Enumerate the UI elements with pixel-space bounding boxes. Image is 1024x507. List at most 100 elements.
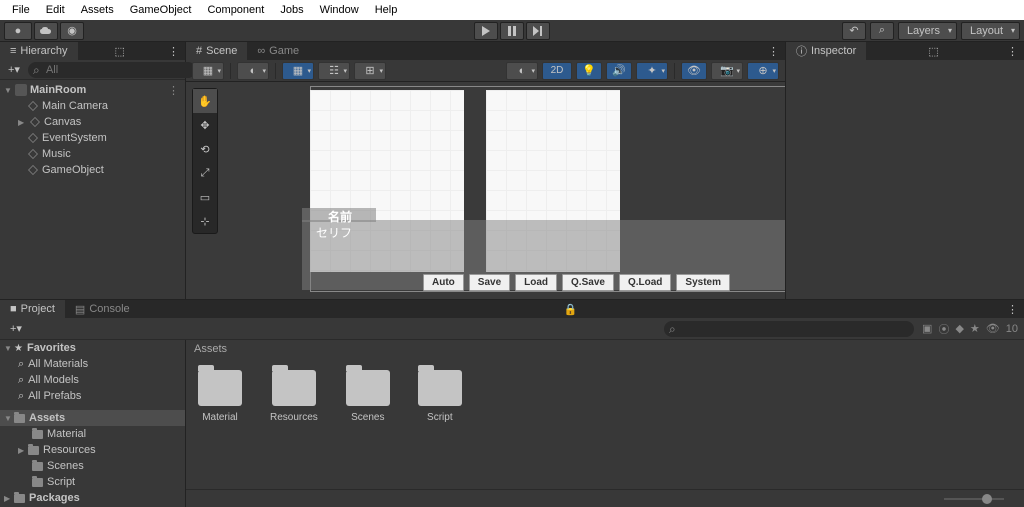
tab-console[interactable]: ▤ Console: [65, 300, 140, 318]
menu-assets[interactable]: Assets: [73, 4, 122, 16]
asset-folder[interactable]: Resources: [270, 370, 318, 423]
rect-tool-button[interactable]: ▭: [193, 185, 217, 209]
menu-edit[interactable]: Edit: [38, 4, 73, 16]
layers-dropdown[interactable]: Layers: [898, 22, 957, 40]
hierarchy-item[interactable]: GameObject: [0, 162, 185, 178]
auto-button[interactable]: Auto: [423, 274, 464, 291]
version-control-button[interactable]: ◉: [60, 22, 84, 40]
favorite-item[interactable]: ⌕All Prefabs: [0, 388, 185, 404]
save-button[interactable]: Save: [469, 274, 510, 291]
hierarchy-item[interactable]: Music: [0, 146, 185, 162]
menu-window[interactable]: Window: [312, 4, 367, 16]
draw-mode-dropdown[interactable]: ▦: [192, 62, 224, 80]
qload-button[interactable]: Q.Load: [619, 274, 671, 291]
camera-dropdown[interactable]: 📷: [711, 62, 743, 80]
search-button[interactable]: ⌕: [870, 22, 894, 40]
console-icon: ▤: [75, 303, 85, 316]
tab-hierarchy[interactable]: ≡ Hierarchy: [0, 42, 78, 60]
scene-tab-label: Scene: [206, 45, 237, 57]
cloud-button[interactable]: [34, 22, 58, 40]
lighting-dropdown[interactable]: ◐: [506, 62, 538, 80]
step-button[interactable]: [526, 22, 550, 40]
asset-folder[interactable]: Scenes: [346, 370, 390, 423]
asset-grid: Material Resources Scenes Script: [186, 358, 1024, 489]
hidden-packages-icon[interactable]: 👁: [986, 322, 1000, 335]
shading-mode-dropdown[interactable]: ◐: [237, 62, 269, 80]
menu-jobs[interactable]: Jobs: [272, 4, 311, 16]
rotate-tool-button[interactable]: ⟲: [193, 137, 217, 161]
favorite-item[interactable]: ⌕All Models: [0, 372, 185, 388]
hierarchy-lock-icon[interactable]: ⬚: [109, 42, 131, 60]
system-button[interactable]: System: [676, 274, 730, 291]
favorite-item[interactable]: ⌕All Materials: [0, 356, 185, 372]
asset-folder[interactable]: Material: [198, 370, 242, 423]
folder-icon: [14, 414, 25, 423]
hierarchy-add-button[interactable]: +▾: [4, 63, 24, 76]
menu-help[interactable]: Help: [367, 4, 406, 16]
hierarchy-item[interactable]: ▶ Canvas: [0, 114, 185, 130]
hierarchy-item-label: Main Camera: [42, 100, 108, 112]
favorites-header[interactable]: ▼ ★ Favorites: [0, 340, 185, 356]
packages-folder[interactable]: ▶ Packages: [0, 490, 185, 506]
increment-snap-dropdown[interactable]: ⊞: [354, 62, 386, 80]
layout-dropdown[interactable]: Layout: [961, 22, 1020, 40]
asset-subfolder[interactable]: ▶Resources: [0, 442, 185, 458]
project-lock-icon[interactable]: 🔒: [557, 300, 583, 318]
tab-inspector[interactable]: ⓘ Inspector: [786, 42, 866, 60]
gizmos-dropdown[interactable]: ⊕: [747, 62, 779, 80]
grid-toggle-dropdown[interactable]: ▦: [282, 62, 314, 80]
pause-button[interactable]: [500, 22, 524, 40]
snap-toggle-dropdown[interactable]: ☷: [318, 62, 350, 80]
tab-project[interactable]: ■ Project: [0, 300, 65, 318]
tab-scene[interactable]: # Scene: [186, 42, 247, 60]
scene-panel-menu-icon[interactable]: ⋮: [762, 42, 785, 60]
inspector-menu-icon[interactable]: ⋮: [1001, 42, 1024, 60]
favorite-star-icon[interactable]: ★: [970, 322, 980, 335]
menu-component[interactable]: Component: [199, 4, 272, 16]
transform-tool-button[interactable]: ⊹: [193, 209, 217, 233]
load-button[interactable]: Load: [515, 274, 557, 291]
scene-viewport[interactable]: ✋ ✥ ⟲ ⤢ ▭ ⊹ 名前 セリフ Auto Save Load Q.Sa: [186, 82, 785, 299]
scene-menu-icon[interactable]: ⋮: [168, 84, 179, 97]
project-menu-icon[interactable]: ⋮: [1001, 300, 1024, 318]
zoom-slider-thumb[interactable]: [982, 494, 992, 504]
hierarchy-item[interactable]: EventSystem: [0, 130, 185, 146]
tab-game[interactable]: ∞ Game: [247, 42, 309, 60]
lighting-toggle-button[interactable]: 💡: [576, 62, 602, 80]
game-button-row: Auto Save Load Q.Save Q.Load System: [423, 274, 730, 291]
menu-file[interactable]: File: [4, 4, 38, 16]
assets-folder[interactable]: ▼ Assets: [0, 410, 185, 426]
scene-root[interactable]: ▼ MainRoom ⋮: [0, 82, 185, 98]
move-tool-button[interactable]: ✥: [193, 113, 217, 137]
inspector-lock-icon[interactable]: ⬚: [922, 42, 944, 60]
zoom-slider[interactable]: [944, 498, 1004, 500]
project-search-input[interactable]: [664, 321, 914, 337]
filter-by-type-icon[interactable]: ▣: [922, 322, 932, 335]
undo-history-button[interactable]: ↶: [842, 22, 866, 40]
hierarchy-search-input[interactable]: [28, 62, 196, 78]
qsave-button[interactable]: Q.Save: [562, 274, 614, 291]
hierarchy-menu-icon[interactable]: ⋮: [162, 42, 185, 60]
fx-toggle-dropdown[interactable]: ✦: [636, 62, 668, 80]
2d-toggle-button[interactable]: 2D: [542, 62, 572, 80]
save-search-icon[interactable]: ◆: [955, 322, 963, 335]
scale-tool-button[interactable]: ⤢: [193, 161, 217, 185]
project-add-button[interactable]: +▾: [6, 322, 26, 335]
asset-subfolder[interactable]: Script: [0, 474, 185, 490]
view-tool-button[interactable]: ✋: [193, 89, 217, 113]
play-button[interactable]: [474, 22, 498, 40]
hierarchy-item[interactable]: Main Camera: [0, 98, 185, 114]
folder-icon: [198, 370, 242, 406]
account-button[interactable]: ●: [4, 22, 32, 40]
menu-gameobject[interactable]: GameObject: [122, 4, 200, 16]
gameobject-icon: [28, 133, 38, 143]
hidden-objects-button[interactable]: 👁: [681, 62, 707, 80]
audio-toggle-button[interactable]: 🔊: [606, 62, 632, 80]
asset-subfolder[interactable]: Scenes: [0, 458, 185, 474]
filter-by-label-icon[interactable]: ⦿: [938, 321, 949, 337]
asset-folder[interactable]: Script: [418, 370, 462, 423]
hierarchy-panel: ≡ Hierarchy ⬚ ⋮ +▾ ▼ MainRoom ⋮ Main Cam…: [0, 42, 186, 299]
asset-subfolder[interactable]: Material: [0, 426, 185, 442]
menu-bar: File Edit Assets GameObject Component Jo…: [0, 0, 1024, 20]
breadcrumb[interactable]: Assets: [186, 340, 1024, 358]
